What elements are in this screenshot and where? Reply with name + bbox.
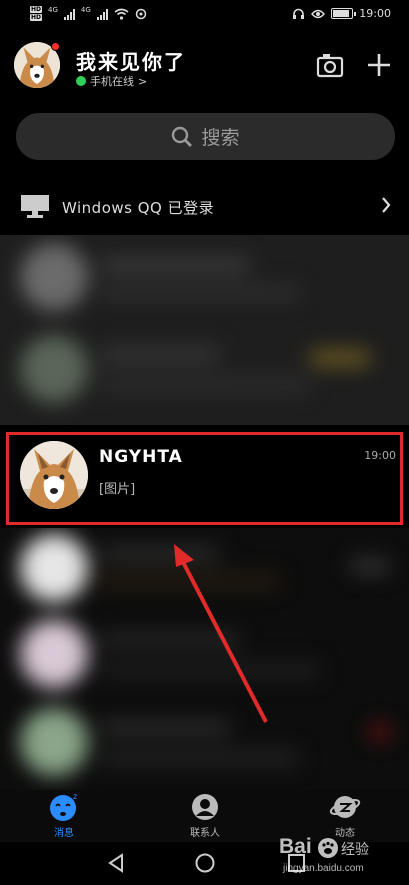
search-icon bbox=[172, 126, 193, 147]
status-left: HD HD 4G 4G bbox=[30, 6, 147, 22]
network-label: 4G bbox=[48, 6, 58, 14]
planet-icon bbox=[329, 796, 361, 818]
blurred-conversation[interactable] bbox=[0, 528, 409, 790]
computer-icon bbox=[21, 195, 49, 218]
profile-avatar-button[interactable] bbox=[14, 42, 60, 88]
tab-feeds[interactable]: 动态 bbox=[305, 792, 385, 839]
status-time: 19:00 bbox=[359, 7, 391, 20]
online-status[interactable]: 手机在线 > bbox=[76, 73, 147, 89]
pc-login-label: Windows QQ 已登录 bbox=[62, 199, 215, 217]
baidu-watermark: Bai 经验 jingyan.baidu.com bbox=[279, 833, 389, 881]
notification-dot bbox=[51, 42, 60, 51]
signal-icon bbox=[96, 8, 108, 20]
camera-button[interactable] bbox=[316, 52, 344, 78]
camera-icon bbox=[316, 54, 344, 78]
conversation-time: 19:00 bbox=[364, 449, 396, 462]
back-icon[interactable] bbox=[106, 852, 126, 874]
conversation-name: NGYHTA bbox=[99, 447, 183, 467]
online-status-label: 手机在线 bbox=[90, 75, 134, 88]
online-chevron: > bbox=[138, 74, 148, 88]
eye-icon bbox=[311, 9, 326, 18]
tab-messages[interactable]: z 消息 bbox=[24, 792, 104, 839]
hd-badge: HD HD bbox=[30, 6, 43, 21]
status-bar: HD HD 4G 4G 19:00 bbox=[0, 0, 409, 34]
search-bar[interactable]: 搜索 bbox=[16, 113, 395, 160]
conversation-last-message: [图片] bbox=[99, 482, 136, 497]
tab-label: 消息 bbox=[54, 828, 74, 839]
contacts-icon bbox=[192, 794, 218, 820]
chat-bubble-icon: z bbox=[50, 792, 77, 821]
home-icon[interactable] bbox=[194, 852, 216, 874]
data-saver-icon bbox=[135, 8, 147, 20]
blurred-conversation[interactable] bbox=[0, 235, 409, 425]
tab-label: 联系人 bbox=[190, 828, 220, 839]
chevron-right-icon bbox=[382, 197, 391, 213]
user-nickname: 我来见你了 bbox=[76, 50, 186, 74]
plus-icon bbox=[368, 54, 390, 76]
status-right: 19:00 bbox=[292, 7, 391, 20]
tab-contacts[interactable]: 联系人 bbox=[165, 792, 245, 839]
network-label: 4G bbox=[80, 6, 91, 14]
pc-login-row[interactable]: Windows QQ 已登录 bbox=[0, 182, 409, 232]
conversation-item-ngyhta[interactable]: NGYHTA 19:00 [图片] bbox=[6, 432, 403, 525]
paw-icon bbox=[318, 838, 338, 858]
avatar bbox=[20, 441, 88, 509]
add-button[interactable] bbox=[364, 50, 394, 80]
headset-icon bbox=[293, 8, 305, 19]
online-dot-icon bbox=[76, 76, 86, 86]
battery-icon bbox=[331, 8, 357, 19]
signal-icon bbox=[63, 8, 75, 20]
search-placeholder: 搜索 bbox=[201, 127, 240, 149]
svg-text:z: z bbox=[73, 792, 77, 801]
watermark-logo: Bai bbox=[279, 835, 312, 858]
watermark-url: jingyan.baidu.com bbox=[283, 863, 364, 874]
wifi-icon bbox=[114, 8, 129, 20]
conversation-list[interactable]: NGYHTA 19:00 [图片] bbox=[0, 235, 409, 790]
watermark-word: 经验 bbox=[341, 842, 369, 858]
